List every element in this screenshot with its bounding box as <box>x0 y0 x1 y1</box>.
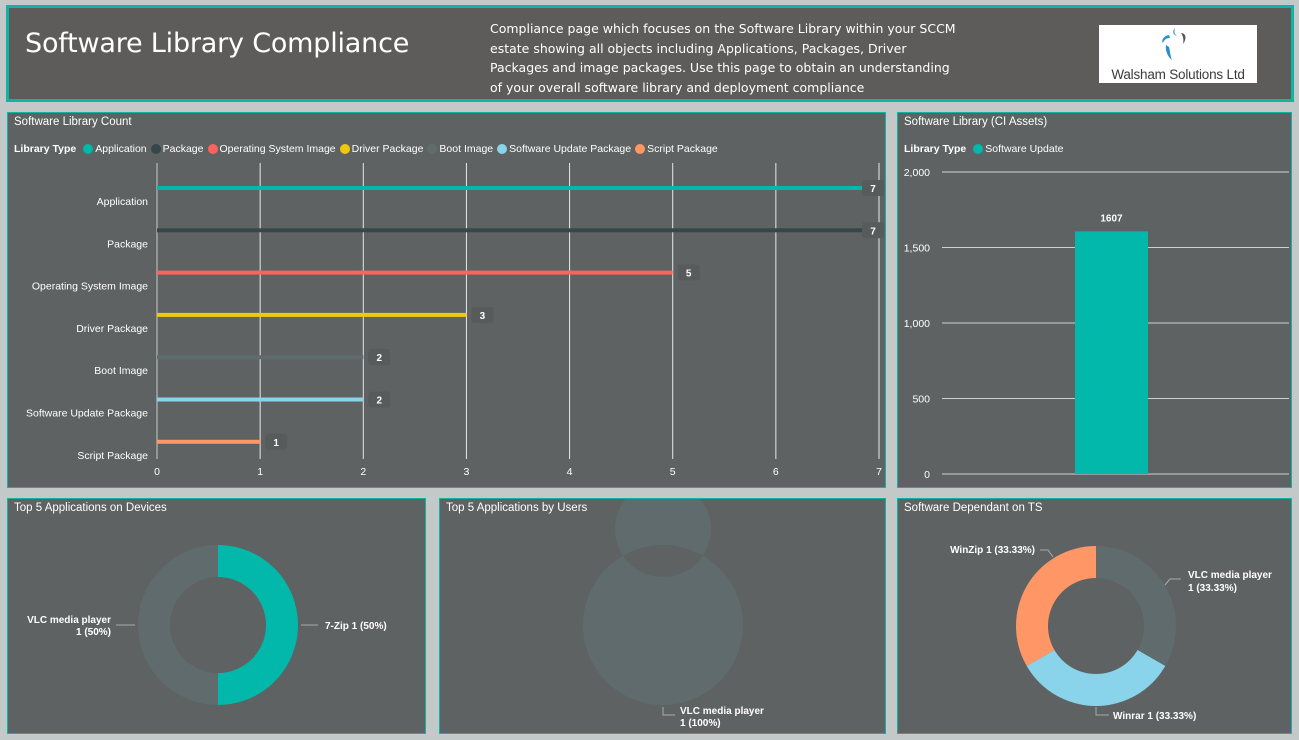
y-tick-label: 2,000 <box>904 167 930 179</box>
bar <box>157 397 364 402</box>
data-label: 1 <box>273 438 279 449</box>
bar <box>157 312 467 317</box>
bar <box>157 355 364 360</box>
donut-chart-devices: 7-Zip 1 (50%) VLC media player1 (50%) <box>27 545 387 705</box>
x-tick-label: 0 <box>154 466 160 478</box>
software-library-count-panel: Software Library Count Library Type Appl… <box>7 112 886 488</box>
y-tick-label: 1,000 <box>904 318 930 330</box>
bar <box>157 270 673 275</box>
logo-text: Walsham Solutions Ltd <box>1111 67 1245 82</box>
x-tick-label: 1 <box>257 466 263 478</box>
x-tick-label: 4 <box>567 466 573 478</box>
x-tick-label: 2 <box>360 466 366 478</box>
slice-data-label: 7-Zip 1 (50%) <box>325 621 387 632</box>
company-logo: Walsham Solutions Ltd <box>1099 25 1257 83</box>
y-tick-label: 1,500 <box>904 243 930 255</box>
donut-chart-users: VLC media player1 (100%) <box>582 499 764 729</box>
y-category-label: Driver Package <box>76 323 148 335</box>
y-category-label: Software Update Package <box>26 408 148 420</box>
leader-line <box>1095 707 1109 716</box>
slice-data-label: 1 (50%) <box>76 627 111 638</box>
x-tick-label: 3 <box>464 466 470 478</box>
donut-slice <box>1016 546 1096 666</box>
y-category-label: Application <box>97 196 149 208</box>
donut-slice <box>218 545 298 705</box>
y-category-label: Package <box>107 238 148 250</box>
header-banner: Software Library Compliance Compliance p… <box>6 5 1294 102</box>
leader-line <box>1164 578 1181 586</box>
y-tick-label: 500 <box>912 394 930 406</box>
slice-data-label: VLC media player <box>1188 570 1272 581</box>
page-description: Compliance page which focuses on the Sof… <box>490 21 956 95</box>
bar <box>157 228 879 233</box>
page-title: Software Library Compliance <box>25 28 410 59</box>
y-category-label: Boot Image <box>94 365 148 377</box>
y-category-label: Script Package <box>77 450 148 462</box>
slice-data-label: VLC media player <box>680 706 764 717</box>
leader-line <box>662 707 675 716</box>
data-label: 7 <box>870 226 876 237</box>
donut-chart-ts: VLC media player 1 (33.33%) Winrar 1 (33.3… <box>950 545 1272 722</box>
data-label: 1607 <box>1100 213 1123 224</box>
bar <box>157 439 261 444</box>
data-label: 7 <box>870 184 876 195</box>
y-tick-label: 0 <box>924 469 930 481</box>
software-library-ci-assets-panel: Software Library (CI Assets) Library Typ… <box>897 112 1292 488</box>
logo-swirl-icon <box>1162 28 1186 60</box>
data-label: 3 <box>480 311 486 322</box>
top5-apps-users-panel: Top 5 Applications by Users VLC media pl… <box>439 498 886 734</box>
donut-slice <box>1096 546 1176 666</box>
donut-slice <box>582 499 743 705</box>
slice-data-label: 1 (33.33%) <box>1188 583 1237 594</box>
donut-slice <box>1026 650 1166 706</box>
slice-data-label: Winrar 1 (33.33%) <box>1113 711 1196 722</box>
slice-data-label: VLC media player <box>27 615 111 626</box>
data-label: 5 <box>686 269 692 280</box>
slice-data-label: WinZip 1 (33.33%) <box>950 545 1035 556</box>
leader-line <box>1040 549 1054 558</box>
bar <box>1075 231 1148 474</box>
x-tick-label: 7 <box>876 466 882 478</box>
y-category-label: Operating System Image <box>32 281 148 293</box>
donut-slice <box>138 545 218 705</box>
x-tick-label: 5 <box>670 466 676 478</box>
column-chart-ci-assets: 0 500 1,000 1,500 2,000 1607 <box>904 167 1289 481</box>
x-tick-label: 6 <box>773 466 779 478</box>
data-label: 2 <box>377 396 383 407</box>
data-label: 2 <box>377 353 383 364</box>
top5-apps-devices-panel: Top 5 Applications on Devices 7-Zip 1 (5… <box>7 498 426 734</box>
bar <box>157 186 879 190</box>
slice-data-label: 1 (100%) <box>680 718 721 729</box>
bar-chart-library-count: 0 1 2 3 4 5 6 7 Application 7 Package 7 Operating Sy… <box>26 163 884 478</box>
software-dependant-ts-panel: Software Dependant on TS VLC media playe… <box>897 498 1292 734</box>
